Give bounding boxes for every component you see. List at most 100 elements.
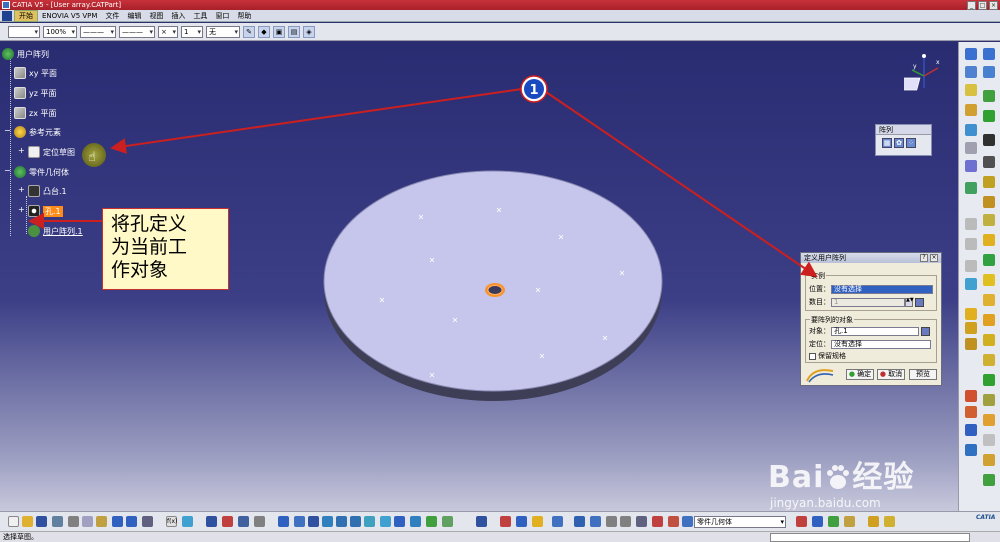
dimensional-constraint-icon[interactable]	[668, 516, 679, 527]
law-icon[interactable]	[222, 516, 233, 527]
print-icon[interactable]	[52, 516, 63, 527]
menu-start[interactable]: 开始	[14, 9, 38, 22]
groove-tool-icon[interactable]	[983, 196, 995, 208]
chamfer-tool-icon[interactable]	[983, 294, 995, 306]
count-options-icon[interactable]	[915, 297, 924, 307]
maximize-icon[interactable]: □	[978, 0, 987, 10]
tree-item-positioning-sketch[interactable]: + 定位草图	[18, 145, 75, 159]
split-tool-icon[interactable]	[983, 474, 995, 486]
boolean-bottom-icon[interactable]	[844, 516, 855, 527]
linetype-weight-combo[interactable]: 1	[181, 25, 203, 38]
fly-mode-icon[interactable]	[278, 516, 289, 527]
tree-item-ref-elements[interactable]: − 参考元素	[4, 125, 61, 139]
grid-icon[interactable]	[606, 516, 617, 527]
spline-icon[interactable]	[983, 66, 995, 78]
bottle-icon[interactable]	[532, 516, 543, 527]
render-icon[interactable]	[965, 338, 977, 350]
point-type-combo[interactable]: ×	[158, 25, 178, 38]
expand-icon[interactable]: +	[18, 147, 26, 156]
analysis-icon[interactable]	[965, 182, 977, 194]
part-disc[interactable]	[322, 158, 664, 408]
analyze-icon[interactable]	[500, 516, 511, 527]
instant-analysis-icon[interactable]	[552, 516, 563, 527]
collapse-icon[interactable]: −	[4, 127, 12, 136]
menu-edit[interactable]: 编辑	[123, 11, 145, 21]
preview-button[interactable]: 预览	[909, 369, 937, 380]
menu-enovia[interactable]: ENOVIA V5 VPM	[38, 12, 101, 20]
redo-icon[interactable]	[126, 516, 137, 527]
paste-icon[interactable]	[965, 238, 977, 250]
cut-icon[interactable]	[68, 516, 79, 527]
point-tool-icon[interactable]	[965, 104, 977, 116]
shell-tool-icon[interactable]	[983, 334, 995, 346]
snap-grid-icon[interactable]	[620, 516, 631, 527]
position-field[interactable]: 没有选择	[831, 284, 933, 294]
render-bottom-icon[interactable]	[884, 516, 895, 527]
constraint-icon[interactable]	[965, 160, 977, 172]
rib-tool-icon[interactable]	[983, 234, 995, 246]
geometric-constraint-icon[interactable]	[652, 516, 663, 527]
hide-show-icon[interactable]	[426, 516, 437, 527]
new-icon[interactable]	[8, 516, 19, 527]
work-object-icon[interactable]	[682, 516, 693, 527]
insert-ordered-geo-set-icon[interactable]	[828, 516, 839, 527]
power-input[interactable]	[770, 533, 970, 542]
sketcher-icon[interactable]	[965, 48, 977, 60]
transparency-combo[interactable]: 100%	[43, 25, 77, 38]
count-field[interactable]: 1	[831, 297, 905, 307]
menu-window[interactable]: 窗口	[211, 11, 233, 21]
apply-material-icon[interactable]	[965, 322, 977, 334]
iso-view-icon[interactable]	[394, 516, 405, 527]
painter-icon[interactable]: ✎	[243, 25, 255, 38]
copy-format-icon[interactable]: ▣	[273, 25, 285, 38]
undo-icon[interactable]	[112, 516, 123, 527]
count-spinner[interactable]: ▲▼	[905, 297, 914, 307]
object-field[interactable]: 孔.1	[831, 326, 919, 336]
plane-tool-icon[interactable]	[965, 84, 977, 96]
shaft-tool-icon[interactable]	[983, 176, 995, 188]
pocket-tool-icon[interactable]	[983, 156, 995, 168]
undo-tool-icon[interactable]	[965, 260, 977, 272]
fit-all-icon[interactable]	[294, 516, 305, 527]
paint-bucket-icon[interactable]: ◆	[258, 25, 270, 38]
material-icon[interactable]	[965, 308, 977, 320]
menu-tools[interactable]: 工具	[189, 11, 211, 21]
tree-item-xy-plane[interactable]: xy 平面	[14, 66, 57, 80]
pan-icon[interactable]	[308, 516, 319, 527]
catalog-tb-icon[interactable]	[254, 516, 265, 527]
help-icon[interactable]: ?	[920, 254, 928, 262]
expand-icon[interactable]: +	[18, 186, 26, 195]
color-combo[interactable]	[8, 25, 40, 38]
menu-insert[interactable]: 插入	[167, 11, 189, 21]
tree-item-zx-plane[interactable]: zx 平面	[14, 106, 56, 120]
collapse-icon[interactable]: −	[4, 167, 12, 176]
table-icon[interactable]	[206, 516, 217, 527]
geometry-icon[interactable]	[574, 516, 585, 527]
copy-icon[interactable]	[965, 218, 977, 230]
shading-icon[interactable]	[410, 516, 421, 527]
open-icon[interactable]	[22, 516, 33, 527]
normal-view-icon[interactable]	[364, 516, 375, 527]
scale-tool-icon[interactable]	[983, 434, 995, 446]
hole-tool-icon[interactable]	[983, 214, 995, 226]
close-icon[interactable]: ×	[989, 0, 998, 10]
object-select-icon[interactable]	[921, 326, 930, 336]
rotate-icon[interactable]	[322, 516, 333, 527]
formula-icon[interactable]	[965, 406, 977, 418]
slot-tool-icon[interactable]	[983, 254, 995, 266]
layer-combo[interactable]: 无	[206, 25, 240, 38]
snap-icon[interactable]	[965, 278, 977, 290]
anchor-field[interactable]: 没有选择	[831, 339, 931, 349]
line-thickness-combo[interactable]: ———	[80, 25, 116, 38]
tree-item-user-pattern[interactable]: 用户阵列.1	[28, 224, 83, 238]
publication-icon[interactable]	[965, 424, 977, 436]
measure-between-icon[interactable]	[983, 90, 995, 102]
update-icon[interactable]	[476, 516, 487, 527]
copy-tb-icon[interactable]	[82, 516, 93, 527]
axis-system-icon[interactable]	[965, 124, 977, 136]
save-icon[interactable]	[36, 516, 47, 527]
apply-material-bottom-icon[interactable]	[868, 516, 879, 527]
menu-file[interactable]: 文件	[101, 11, 123, 21]
knowledge-tb-icon[interactable]	[182, 516, 193, 527]
tree-root[interactable]: 用户阵列	[2, 47, 49, 61]
